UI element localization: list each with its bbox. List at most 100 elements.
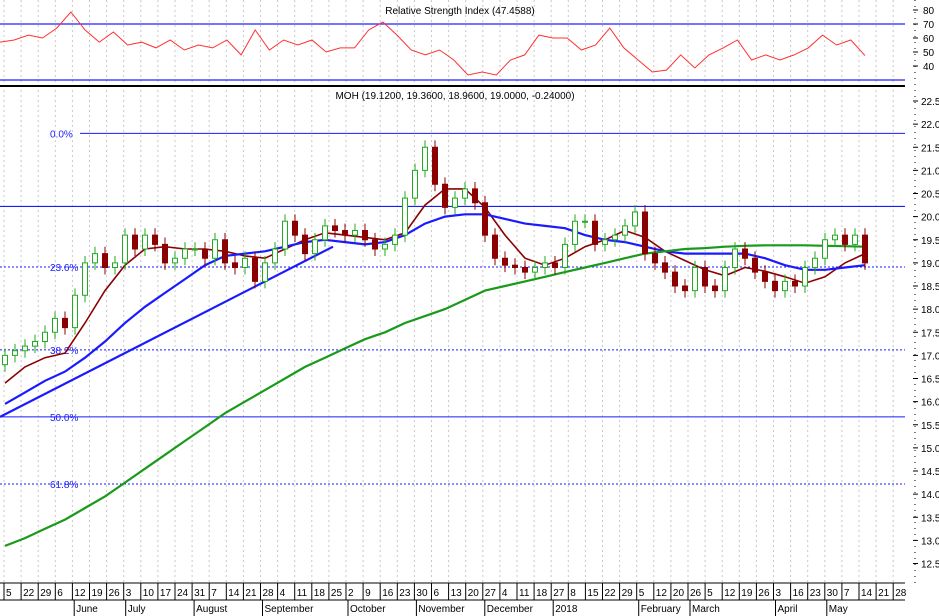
candle-body	[472, 188, 478, 204]
rsi-panel: Relative Strength Index (47.4588)	[0, 6, 905, 81]
candle-body	[282, 220, 288, 250]
date-tick-label: 28	[263, 588, 275, 599]
candle-body	[32, 341, 38, 347]
date-tick-label: 20	[673, 588, 685, 599]
date-tick-label: 27	[485, 588, 497, 599]
date-tick-label: 26	[690, 588, 702, 599]
candle-body	[242, 257, 248, 268]
candle-body	[722, 267, 728, 292]
candle-body	[212, 239, 218, 259]
candle-body	[382, 243, 388, 250]
date-tick-label: 22	[23, 588, 35, 599]
candle-body	[262, 262, 268, 282]
rsi-tick-label: 80	[923, 6, 935, 17]
candle-body	[572, 220, 578, 245]
candle-body	[702, 267, 708, 287]
date-tick-label: 11	[519, 588, 530, 599]
price-tick-label: 15.5	[921, 421, 939, 432]
price-tick-label: 14.5	[921, 467, 939, 478]
date-tick-label: 12	[656, 588, 668, 599]
candle-body	[182, 248, 188, 259]
price-tick-label: 22.5	[921, 97, 939, 108]
price-tick-label: 14.0	[921, 490, 939, 501]
month-label: 2018	[555, 604, 578, 615]
candle-body	[842, 234, 848, 245]
price-tick-label: 21.5	[921, 143, 939, 154]
date-tick-label: 17	[160, 588, 172, 599]
rsi-line	[0, 11, 866, 76]
date-tick-label: 21	[878, 588, 890, 599]
price-tick-label: 13.0	[921, 536, 939, 547]
candle-body	[742, 248, 748, 259]
price-tick-label: 20.5	[921, 190, 939, 201]
fib-label: 23.6%	[50, 263, 78, 274]
candle-body	[712, 285, 718, 292]
date-tick-label: 11	[297, 588, 308, 599]
date-tick-label: 31	[194, 588, 206, 599]
candle-body	[442, 183, 448, 208]
date-tick-label: 9	[365, 588, 371, 599]
date-tick-label: 26	[109, 588, 121, 599]
candle-body	[202, 248, 208, 259]
date-tick-label: 8	[570, 588, 576, 599]
candle-body	[112, 262, 118, 268]
candle-body	[672, 271, 678, 287]
date-tick-label: 15	[587, 588, 599, 599]
price-tick-label: 13.5	[921, 513, 939, 524]
candle-body	[662, 262, 668, 273]
candle-body	[602, 239, 608, 245]
date-tick-label: 16	[793, 588, 805, 599]
month-label: September	[265, 604, 315, 615]
candle-body	[622, 225, 628, 236]
candle-body	[82, 262, 88, 296]
candle-body	[772, 280, 778, 292]
price-tick-label: 19.0	[921, 259, 939, 270]
price-tick-label: 16.0	[921, 398, 939, 409]
price-tick-label: 18.5	[921, 282, 939, 293]
candle-body	[62, 317, 68, 329]
candle-body	[682, 285, 688, 292]
candle-body	[332, 225, 338, 231]
candle-body	[732, 248, 738, 268]
price-tick-label: 15.0	[921, 444, 939, 455]
date-tick-label: 12	[724, 588, 736, 599]
date-tick-label: 18	[536, 588, 548, 599]
candle-body	[852, 234, 858, 245]
candle-body	[392, 234, 398, 245]
date-tick-label: 5	[707, 588, 713, 599]
candle-body	[302, 234, 308, 255]
candle-body	[522, 267, 528, 273]
price-tick-label: 18.0	[921, 305, 939, 316]
month-label: October	[350, 604, 386, 615]
grid-lines	[3, 0, 894, 583]
candle-body	[832, 234, 838, 241]
price-tick-label: 12.5	[921, 560, 939, 571]
candle-body	[632, 211, 638, 227]
month-label: August	[196, 604, 227, 615]
candle-body	[482, 202, 488, 236]
date-tick-label: 25	[331, 588, 343, 599]
candle-body	[412, 169, 418, 199]
candle-body	[692, 267, 698, 292]
month-label: June	[76, 604, 98, 615]
candle-body	[122, 234, 128, 264]
candle-body	[452, 197, 458, 208]
candle-body	[422, 146, 428, 171]
candle-body	[592, 220, 598, 245]
fib-label: 61.8%	[50, 480, 78, 491]
candle-body	[802, 267, 808, 287]
candle-body	[2, 354, 8, 366]
candle-body	[52, 317, 58, 333]
candle-body	[782, 280, 788, 292]
rsi-tick-label: 60	[923, 34, 935, 45]
price-tick-label: 19.5	[921, 236, 939, 247]
date-tick-label: 22	[605, 588, 617, 599]
date-tick-label: 12	[74, 588, 86, 599]
date-tick-label: 13	[451, 588, 463, 599]
date-tick-label: 6	[434, 588, 440, 599]
candle-body	[342, 230, 348, 236]
date-tick-label: 27	[553, 588, 565, 599]
candle-body	[432, 146, 438, 185]
date-tick-label: 30	[827, 588, 839, 599]
candle-body	[272, 248, 278, 264]
